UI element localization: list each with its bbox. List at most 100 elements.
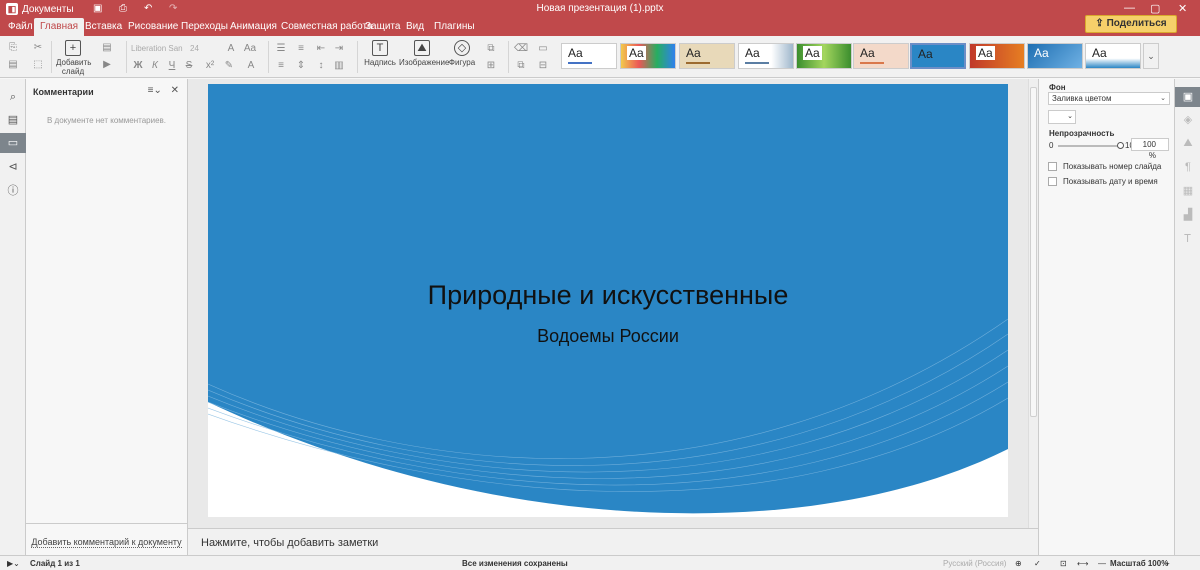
shape-settings-icon[interactable]: ◈ xyxy=(1175,110,1200,130)
insert-text-box-button[interactable]: T Надпись xyxy=(362,40,398,67)
font-color-icon[interactable]: A xyxy=(244,59,258,73)
tab-view[interactable]: Вид xyxy=(400,18,430,36)
slide-settings-panel: Фон Заливка цветом ⌄ ⌄ Непрозрачность 0 … xyxy=(1038,79,1174,555)
theme-thumb-5[interactable]: Aa xyxy=(796,43,852,69)
theme-accent xyxy=(568,62,592,64)
slider-handle[interactable] xyxy=(1117,142,1124,149)
theme-thumb-8[interactable]: Aa xyxy=(969,43,1025,69)
cut-icon[interactable]: ✂ xyxy=(31,41,45,55)
theme-thumb-6[interactable]: Aa xyxy=(853,43,909,69)
insert-shape-button[interactable]: ◇ Фигура xyxy=(447,40,477,67)
decrease-indent-icon[interactable]: ⇤ xyxy=(314,42,328,56)
right-sidebar: ▣ ◈ ⛰ ¶ ▦ ▟ Ꭲ xyxy=(1174,79,1200,555)
image-settings-icon[interactable]: ⛰ xyxy=(1175,133,1200,153)
strikethrough-icon[interactable]: S xyxy=(182,59,196,73)
underline-icon[interactable]: Ч xyxy=(165,59,179,73)
comments-icon[interactable]: ▭ xyxy=(0,133,26,153)
close-icon[interactable]: ✕ xyxy=(171,85,179,96)
add-slide-button[interactable]: + Добавить слайд xyxy=(56,40,91,76)
slide-settings-icon[interactable]: ⊟ xyxy=(536,59,550,73)
feedback-icon[interactable]: ⊲ xyxy=(0,157,26,177)
select-all-icon[interactable]: ⬚ xyxy=(31,58,45,72)
numbering-icon[interactable]: ≡ xyxy=(294,42,308,56)
slideshow-icon[interactable]: ▶⌄ xyxy=(7,559,20,568)
show-slide-number-label: Показывать номер слайда xyxy=(1063,162,1162,171)
spellcheck-icon[interactable]: ✓ xyxy=(1034,559,1041,568)
add-comment-link[interactable]: Добавить комментарий к документу xyxy=(31,537,182,548)
change-case-icon[interactable]: Aa xyxy=(243,42,257,56)
columns-icon[interactable]: ▥ xyxy=(332,59,346,73)
tab-insert[interactable]: Вставка xyxy=(79,18,128,36)
fill-type-select[interactable]: Заливка цветом ⌄ xyxy=(1048,92,1170,105)
italic-icon[interactable]: К xyxy=(148,59,162,73)
theme-thumb-2[interactable]: Aa xyxy=(620,43,676,69)
increase-indent-icon[interactable]: ⇥ xyxy=(332,42,346,56)
text-art-icon[interactable]: Ꭲ xyxy=(1175,229,1200,249)
maximize-icon[interactable]: ▢ xyxy=(1150,2,1160,15)
slide-title[interactable]: Природные и искусственные xyxy=(208,280,1008,311)
increase-font-icon[interactable]: A xyxy=(224,42,238,56)
about-icon[interactable]: ⓘ xyxy=(0,181,26,201)
tab-plugins[interactable]: Плагины xyxy=(428,18,481,36)
opacity-input[interactable]: 100 % xyxy=(1131,138,1169,160)
theme-thumb-7[interactable]: Aa xyxy=(910,43,966,69)
sort-icon[interactable]: ≡⌄ xyxy=(148,85,162,96)
arrange-icon[interactable]: ⧉ xyxy=(484,42,498,56)
font-name-select[interactable]: Liberation San xyxy=(131,42,185,56)
superscript-icon[interactable]: x² xyxy=(203,59,217,73)
slider-min-label: 0 xyxy=(1049,141,1054,150)
language-select[interactable]: Русский (Россия) xyxy=(943,559,1006,568)
minimize-icon[interactable]: — xyxy=(1124,2,1135,14)
fit-slide-icon[interactable]: ⊡ xyxy=(1060,559,1067,568)
slide-settings-icon[interactable]: ▣ xyxy=(1175,87,1200,107)
globe-icon[interactable]: ⊕ xyxy=(1015,559,1022,568)
slide[interactable]: Природные и искусственные Водоемы России xyxy=(208,84,1008,517)
theme-thumb-10[interactable]: Aa xyxy=(1085,43,1141,69)
chart-settings-icon[interactable]: ▟ xyxy=(1175,205,1200,225)
share-button[interactable]: ⇪ Поделиться xyxy=(1085,15,1177,33)
more-themes-button[interactable]: ⌄ xyxy=(1143,43,1159,69)
theme-thumb-1[interactable]: Aa xyxy=(561,43,617,69)
notes-area[interactable]: Нажмите, чтобы добавить заметки xyxy=(188,528,1038,555)
vertical-scrollbar[interactable] xyxy=(1028,79,1038,528)
tab-home[interactable]: Главная xyxy=(34,18,85,36)
show-date-time-checkbox[interactable] xyxy=(1048,177,1057,186)
paragraph-settings-icon[interactable]: ¶ xyxy=(1175,157,1200,177)
notes-placeholder: Нажмите, чтобы добавить заметки xyxy=(201,537,379,549)
zoom-out-icon[interactable]: — xyxy=(1098,559,1106,568)
scrollbar-thumb[interactable] xyxy=(1030,87,1037,417)
slides-thumbnails-icon[interactable]: ▤ xyxy=(0,110,26,130)
table-settings-icon[interactable]: ▦ xyxy=(1175,181,1200,201)
toolbar-divider xyxy=(268,41,269,73)
insert-image-button[interactable]: ⛰ Изображение xyxy=(399,40,449,67)
copy-icon[interactable]: ⎘ xyxy=(6,41,20,55)
highlight-icon[interactable]: ✎ xyxy=(222,59,236,73)
paste-icon[interactable]: ▤ xyxy=(6,58,20,72)
opacity-slider[interactable] xyxy=(1058,142,1124,149)
bold-icon[interactable]: Ж xyxy=(131,59,145,73)
fit-width-icon[interactable]: ⟷ xyxy=(1077,559,1088,568)
left-sidebar: ⌕ ▤ ▭ ⊲ ⓘ xyxy=(0,79,26,555)
theme-thumb-3[interactable]: Aa xyxy=(679,43,735,69)
show-slide-number-checkbox[interactable] xyxy=(1048,162,1057,171)
close-icon[interactable]: ✕ xyxy=(1178,2,1187,15)
align-left-icon[interactable]: ≡ xyxy=(274,59,288,73)
theme-thumb-4[interactable]: Aa xyxy=(738,43,794,69)
bullets-icon[interactable]: ☰ xyxy=(274,42,288,56)
slide-subtitle[interactable]: Водоемы России xyxy=(208,326,1008,347)
vertical-align-icon[interactable]: ⇕ xyxy=(294,59,308,73)
background-color-picker[interactable]: ⌄ xyxy=(1048,110,1076,124)
line-spacing-icon[interactable]: ↕ xyxy=(314,59,328,73)
theme-thumb-9[interactable]: Aa xyxy=(1027,43,1083,69)
align-shapes-icon[interactable]: ⊞ xyxy=(484,59,498,73)
slide-layout-icon[interactable]: ▤ xyxy=(100,41,114,55)
start-slideshow-icon[interactable]: ▶ xyxy=(100,58,114,72)
clear-style-icon[interactable]: ⌫ xyxy=(514,42,528,56)
search-icon[interactable]: ⌕ xyxy=(0,87,26,107)
document-title: Новая презентация (1).pptx xyxy=(536,3,664,14)
zoom-in-icon[interactable]: + xyxy=(1165,559,1170,568)
slide-size-icon[interactable]: ▭ xyxy=(536,42,550,56)
zoom-level: Масштаб 100% xyxy=(1110,559,1169,568)
font-size-select[interactable]: 24 xyxy=(190,42,216,56)
copy-style-icon[interactable]: ⧉ xyxy=(514,59,528,73)
